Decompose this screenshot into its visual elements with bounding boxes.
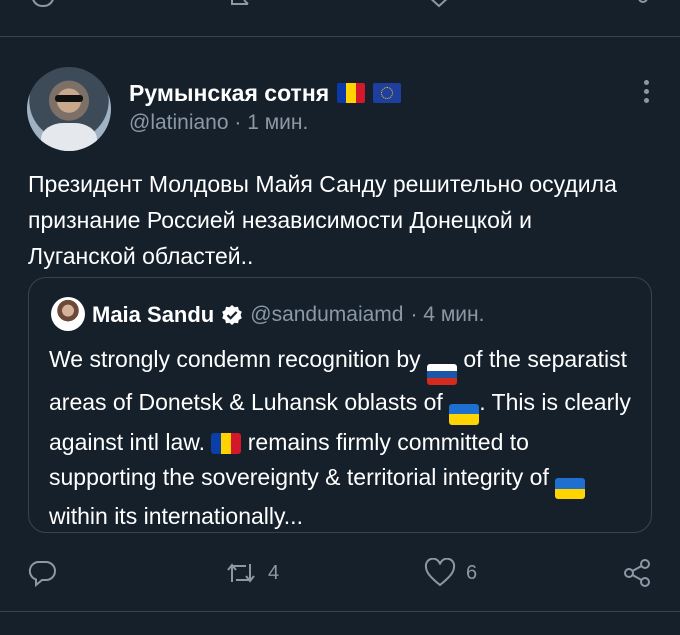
eu-flag-icon bbox=[373, 83, 402, 103]
tweet-actions: 4 6 bbox=[0, 553, 680, 593]
divider bbox=[0, 611, 680, 612]
share-icon bbox=[624, 559, 650, 587]
quoted-avatar[interactable] bbox=[51, 297, 85, 331]
tweet[interactable]: Румынская сотня @latiniano · 1 мин. През… bbox=[0, 0, 680, 588]
verified-badge-icon bbox=[222, 305, 243, 325]
quoted-text: We strongly condemn recognition by of th… bbox=[49, 342, 639, 534]
ukraine-flag-icon bbox=[555, 478, 586, 499]
ukraine-flag-icon bbox=[449, 403, 480, 425]
like-count: 6 bbox=[466, 561, 478, 584]
more-dots-icon[interactable] bbox=[640, 80, 652, 106]
retweet-button[interactable]: 4 bbox=[224, 553, 279, 593]
author-display-name[interactable]: Румынская сотня bbox=[129, 80, 329, 107]
russia-flag-icon bbox=[427, 364, 457, 385]
retweet-count: 4 bbox=[268, 561, 280, 584]
quoted-text-part: We strongly condemn recognition by bbox=[49, 346, 427, 372]
like-button[interactable]: 6 bbox=[424, 553, 477, 593]
romania-flag-icon bbox=[337, 83, 366, 103]
share-button[interactable] bbox=[622, 553, 654, 593]
moldova-flag-icon bbox=[211, 432, 242, 454]
author-name-row: Румынская сотня bbox=[129, 78, 402, 108]
tweet-time[interactable]: · 1 мин. bbox=[234, 111, 308, 134]
author-handle-row: @latiniano · 1 мин. bbox=[129, 111, 308, 135]
quoted-time: · 4 мин. bbox=[410, 303, 485, 326]
reply-button[interactable] bbox=[27, 553, 57, 593]
quoted-display-name: Maia Sandu bbox=[92, 302, 215, 327]
quoted-header: Maia Sandu @sandumaiamd · 4 мин. bbox=[92, 298, 484, 332]
like-icon bbox=[424, 558, 456, 587]
quoted-tweet[interactable]: Maia Sandu @sandumaiamd · 4 мин. We stro… bbox=[28, 277, 652, 533]
quoted-handle: @sandumaiamd bbox=[250, 303, 404, 326]
retweet-icon bbox=[227, 563, 255, 583]
quoted-text-part: within its internationally... bbox=[49, 503, 303, 529]
reply-icon bbox=[28, 561, 56, 588]
author-handle[interactable]: @latiniano bbox=[129, 111, 229, 134]
avatar[interactable] bbox=[27, 67, 111, 151]
tweet-text: Президент Молдовы Майя Санду решительно … bbox=[28, 171, 617, 269]
